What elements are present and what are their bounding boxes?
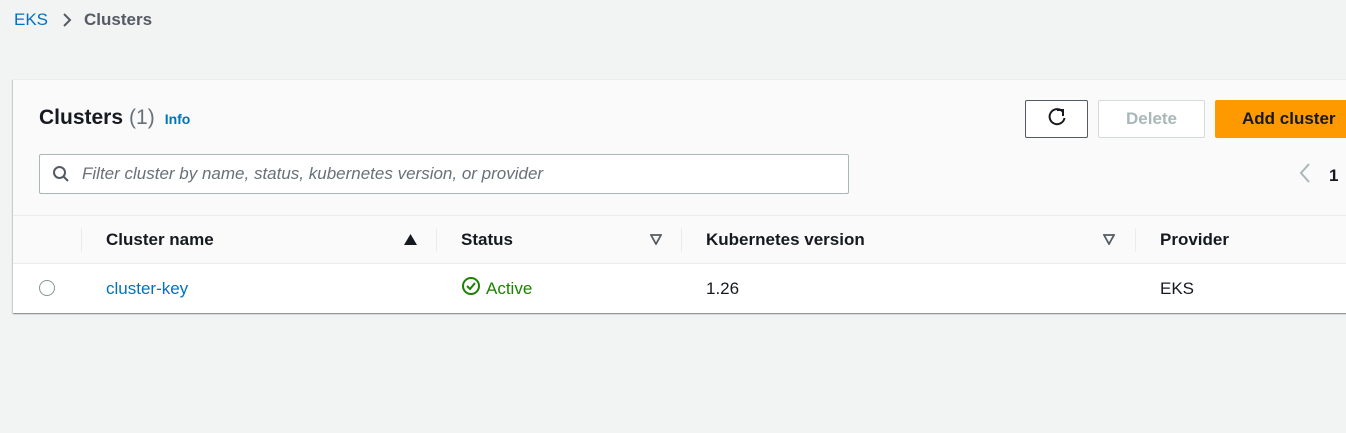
- search-icon: [52, 165, 70, 183]
- chevron-left-icon[interactable]: [1299, 162, 1311, 189]
- column-header-status[interactable]: Status: [461, 216, 513, 263]
- info-link[interactable]: Info: [165, 111, 191, 127]
- sort-caret-icon[interactable]: [1103, 234, 1115, 245]
- cluster-name-link[interactable]: cluster-key: [106, 279, 188, 299]
- sort-ascending-icon[interactable]: [404, 234, 417, 245]
- column-header-cluster-name[interactable]: Cluster name: [106, 216, 214, 263]
- table-header: Cluster name Status Kubernetes version P…: [13, 216, 1346, 264]
- page-title: Clusters (1) Info: [39, 106, 190, 130]
- column-header-provider[interactable]: Provider: [1160, 216, 1229, 263]
- pagination: 1: [1299, 162, 1338, 189]
- clusters-panel: Clusters (1) Info Delete Add cluster Fil…: [13, 79, 1346, 313]
- column-divider: [1135, 228, 1136, 252]
- column-divider: [81, 228, 82, 252]
- chevron-right-icon: [62, 12, 72, 28]
- title-text: Clusters: [39, 106, 124, 129]
- panel-header: Clusters (1) Info Delete Add cluster Fil…: [13, 80, 1346, 216]
- table-row[interactable]: cluster-key Active 1.26 EKS: [13, 264, 1346, 313]
- breadcrumb-current: Clusters: [84, 10, 153, 29]
- filter-input[interactable]: [80, 163, 848, 185]
- sort-caret-icon[interactable]: [650, 234, 662, 245]
- kubernetes-version: 1.26: [706, 278, 740, 298]
- row-select-radio[interactable]: [39, 280, 55, 296]
- delete-button[interactable]: Delete: [1098, 100, 1205, 138]
- column-divider: [436, 228, 437, 252]
- status-text: Active: [486, 278, 533, 298]
- refresh-button[interactable]: [1025, 100, 1088, 138]
- column-divider: [681, 228, 682, 252]
- breadcrumb-eks-link[interactable]: EKS: [14, 10, 48, 30]
- check-circle-icon: [461, 276, 486, 301]
- add-cluster-button[interactable]: Add cluster: [1215, 100, 1346, 138]
- provider: EKS: [1160, 278, 1195, 298]
- filter-field[interactable]: [39, 154, 849, 194]
- page-number[interactable]: 1: [1329, 166, 1338, 186]
- column-header-kubernetes-version[interactable]: Kubernetes version: [706, 216, 865, 263]
- breadcrumb: EKS Clusters: [14, 10, 152, 30]
- status-badge: Active: [461, 264, 532, 313]
- refresh-icon: [1046, 106, 1068, 133]
- cluster-count: (1): [129, 106, 155, 129]
